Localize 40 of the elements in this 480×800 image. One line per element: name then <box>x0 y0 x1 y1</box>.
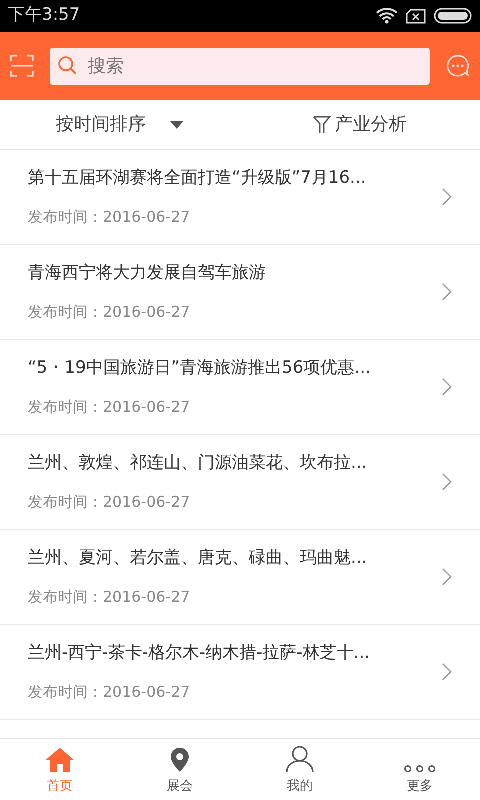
article-row[interactable]: 兰州、敦煌、祁连山、门源油菜花、坎布拉... 发布时间：2016-06-27 <box>0 435 480 530</box>
person-icon <box>286 744 314 772</box>
article-date: 发布时间：2016-06-27 <box>28 206 192 228</box>
article-row[interactable]: 兰州、夏河、若尔盖、唐克、碌曲、玛曲魅... 发布时间：2016-06-27 <box>0 530 480 625</box>
sim-icon <box>406 8 426 24</box>
tab-button[interactable]: 更多 <box>360 739 480 800</box>
article-title: 兰州-西宁-茶卡-格尔木-纳木措-拉萨-林芝十... <box>28 642 370 665</box>
article-title: 兰州、夏河、若尔盖、唐克、碌曲、玛曲魅... <box>28 547 368 570</box>
tab-button[interactable]: 展会 <box>120 739 240 800</box>
sort-label[interactable]: 按时间排序 <box>56 111 146 138</box>
article-date: 发布时间：2016-06-27 <box>28 492 192 512</box>
tab-button[interactable]: 我的 <box>240 739 360 800</box>
article-date: 发布时间：2016-06-27 <box>28 682 192 702</box>
article-row[interactable]: 第十五届环湖赛将全面打造“升级版”7月16... 发布时间：2016-06-27 <box>0 150 480 245</box>
search-field[interactable]: 搜索 <box>50 48 430 84</box>
dropdown-caret-icon[interactable] <box>170 120 184 128</box>
chevron-right-icon <box>442 188 452 206</box>
article-date: 发布时间：2016-06-27 <box>28 586 192 608</box>
location-pin-icon <box>170 746 190 772</box>
chevron-right-icon <box>442 378 452 396</box>
article-date: 发布时间：2016-06-27 <box>28 396 192 418</box>
article-title: 第十五届环湖赛将全面打造“升级版”7月16... <box>28 167 366 190</box>
article-title: 兰州、敦煌、祁连山、门源油菜花、坎布拉... <box>28 452 368 475</box>
filter-label[interactable]: 产业分析 <box>335 111 407 138</box>
home-icon <box>45 746 75 772</box>
chevron-right-icon <box>442 473 452 491</box>
chevron-right-icon <box>442 283 452 301</box>
article-title: 青海西宁将大力发展自驾车旅游 <box>28 262 266 285</box>
wifi-icon <box>376 8 398 24</box>
article-row[interactable]: 青海西宁将大力发展自驾车旅游 发布时间：2016-06-27 <box>0 245 480 340</box>
battery-icon <box>434 8 472 24</box>
article-row[interactable]: 兰州-西宁-茶卡-格尔木-纳木措-拉萨-林芝十... 发布时间：2016-06-27 <box>0 625 480 720</box>
more-dots-icon <box>404 764 436 772</box>
chevron-right-icon <box>442 568 452 586</box>
article-date: 发布时间：2016-06-27 <box>28 302 192 322</box>
filter-icon[interactable] <box>313 116 331 134</box>
status-time: 下午3:57 <box>8 4 80 28</box>
article-row[interactable]: “5・19中国旅游日”青海旅游推出56项优惠... 发布时间：2016-06-27 <box>0 340 480 435</box>
chevron-right-icon <box>442 663 452 681</box>
article-title: “5・19中国旅游日”青海旅游推出56项优惠... <box>28 357 371 380</box>
